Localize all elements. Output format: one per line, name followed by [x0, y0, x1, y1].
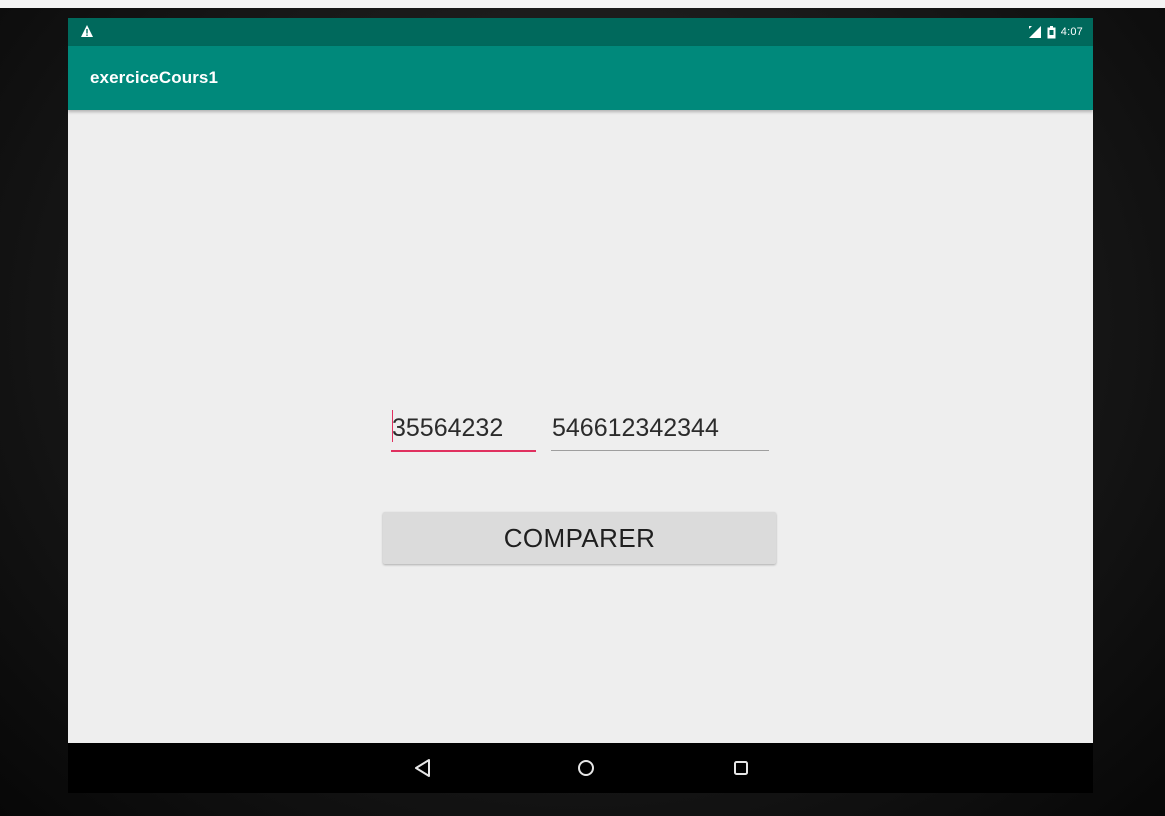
screen: 4:07 exerciceCours1 35564232 54661234234…	[68, 18, 1093, 743]
status-icons: 4:07	[1028, 25, 1083, 39]
top-bezel	[0, 0, 1165, 8]
number-field-1[interactable]: 35564232	[391, 404, 536, 452]
text-cursor	[392, 410, 393, 442]
battery-icon	[1047, 25, 1056, 38]
number-field-2-value: 546612342344	[552, 414, 719, 442]
navigation-bar	[68, 743, 1093, 793]
status-time: 4:07	[1060, 26, 1083, 38]
home-icon[interactable]	[573, 755, 599, 781]
main-content: 35564232 546612342344 COMPARER	[68, 110, 1093, 743]
recents-icon[interactable]	[728, 755, 754, 781]
number-field-2[interactable]: 546612342344	[551, 404, 769, 451]
signal-icon	[1028, 26, 1041, 38]
device-frame: 4:07 exerciceCours1 35564232 54661234234…	[0, 0, 1165, 816]
compare-button[interactable]: COMPARER	[383, 512, 776, 564]
app-title: exerciceCours1	[90, 68, 219, 87]
status-bar: 4:07	[68, 18, 1093, 46]
number-field-1-value: 35564232	[392, 414, 504, 442]
warning-icon	[81, 25, 93, 37]
back-icon[interactable]	[410, 755, 436, 781]
app-bar: exerciceCours1	[68, 46, 1093, 110]
